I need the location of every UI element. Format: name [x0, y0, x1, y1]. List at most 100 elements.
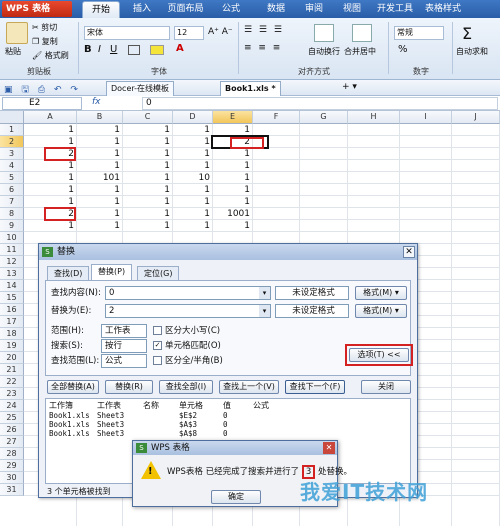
fill-color-icon[interactable]: [150, 45, 164, 55]
row-header[interactable]: 21: [0, 364, 24, 376]
row-header[interactable]: 20: [0, 352, 24, 364]
ok-button[interactable]: 确定: [211, 490, 261, 504]
cell[interactable]: 1: [213, 160, 253, 172]
vertical-align-icons[interactable]: ☰ ☰ ☰: [244, 25, 304, 37]
menu-tab[interactable]: 表格样式: [420, 1, 466, 18]
row-header[interactable]: 1: [0, 124, 24, 136]
tab-goto[interactable]: 定位(G): [137, 266, 180, 280]
row-header[interactable]: 13: [0, 268, 24, 280]
column-header[interactable]: D: [173, 111, 213, 124]
cell[interactable]: 1: [77, 136, 123, 148]
cell[interactable]: 1: [123, 208, 173, 220]
cell[interactable]: 1: [213, 220, 253, 232]
cell[interactable]: 1: [213, 184, 253, 196]
menu-tab[interactable]: 审阅: [297, 1, 331, 18]
row-header[interactable]: 15: [0, 292, 24, 304]
cell[interactable]: 1: [213, 172, 253, 184]
row-header[interactable]: 6: [0, 184, 24, 196]
cell[interactable]: 1: [173, 208, 213, 220]
row-header[interactable]: 4: [0, 160, 24, 172]
results-column-header[interactable]: 名称: [143, 400, 159, 411]
border-icon[interactable]: [128, 45, 140, 55]
menu-tab[interactable]: 页面布局: [163, 1, 208, 18]
menu-tab[interactable]: 开始: [82, 1, 120, 18]
replace-input[interactable]: 2: [105, 304, 271, 318]
cell[interactable]: 1: [24, 124, 77, 136]
row-header[interactable]: 2: [0, 136, 24, 148]
row-header[interactable]: 22: [0, 376, 24, 388]
column-header[interactable]: C: [123, 111, 173, 124]
row-header[interactable]: 18: [0, 328, 24, 340]
cell[interactable]: 1: [123, 196, 173, 208]
cell[interactable]: 1: [173, 160, 213, 172]
font-size-select[interactable]: 12: [174, 26, 204, 40]
row-header[interactable]: 29: [0, 460, 24, 472]
results-column-header[interactable]: 工作表: [97, 400, 121, 411]
underline-button[interactable]: U: [110, 44, 117, 56]
cut-button[interactable]: ✂ 剪切: [32, 22, 57, 34]
column-header[interactable]: J: [452, 111, 500, 124]
cell[interactable]: 1: [123, 184, 173, 196]
merge-center-button[interactable]: 合并居中: [344, 46, 376, 58]
menu-tab[interactable]: 公式: [210, 1, 252, 18]
replace-all-button[interactable]: 全部替换(A): [47, 380, 99, 394]
app-menu-button[interactable]: WPS 表格: [2, 1, 72, 17]
select-all-corner[interactable]: [0, 111, 24, 124]
cell[interactable]: 1: [24, 184, 77, 196]
replace-button[interactable]: 替换(R): [105, 380, 153, 394]
grow-font-icon[interactable]: A⁺ A⁻: [208, 26, 233, 38]
cell[interactable]: 1: [77, 148, 123, 160]
options-button[interactable]: 选项(T) <<: [349, 348, 409, 362]
row-header[interactable]: 9: [0, 220, 24, 232]
row-header[interactable]: 27: [0, 436, 24, 448]
row-header[interactable]: 28: [0, 448, 24, 460]
cell[interactable]: 1: [77, 184, 123, 196]
results-column-header[interactable]: 公式: [253, 400, 269, 411]
row-header[interactable]: 19: [0, 340, 24, 352]
italic-button[interactable]: I: [98, 44, 101, 56]
tab-find[interactable]: 查找(D): [47, 266, 90, 280]
number-format-select[interactable]: 常规: [394, 26, 444, 40]
column-header[interactable]: F: [253, 111, 300, 124]
cell[interactable]: 1: [77, 196, 123, 208]
find-previous-button[interactable]: 查找上一个(V): [219, 380, 279, 394]
row-header[interactable]: 17: [0, 316, 24, 328]
cell[interactable]: 1: [123, 172, 173, 184]
cell[interactable]: 1: [213, 196, 253, 208]
bold-button[interactable]: B: [84, 44, 92, 56]
replace-history-dropdown-icon[interactable]: ▾: [259, 305, 270, 317]
column-header[interactable]: B: [77, 111, 123, 124]
cell[interactable]: 1: [24, 220, 77, 232]
find-format-button[interactable]: 格式(M) ▾: [355, 286, 407, 300]
autosum-button[interactable]: 自动求和: [456, 46, 488, 58]
row-header[interactable]: 10: [0, 232, 24, 244]
cell[interactable]: 1: [173, 136, 213, 148]
message-close-icon[interactable]: ✕: [323, 442, 335, 454]
cell[interactable]: 1: [123, 124, 173, 136]
wrap-text-icon[interactable]: [314, 24, 334, 42]
replace-format-button[interactable]: 格式(M) ▾: [355, 304, 407, 318]
row-header[interactable]: 8: [0, 208, 24, 220]
column-header[interactable]: I: [400, 111, 452, 124]
paste-button[interactable]: 粘贴: [5, 46, 21, 58]
find-input[interactable]: 0: [105, 286, 271, 300]
paste-icon[interactable]: [6, 22, 28, 44]
row-header[interactable]: 31: [0, 484, 24, 496]
doc-tab-book1[interactable]: Book1.xls *: [220, 81, 281, 96]
cell[interactable]: 1: [213, 148, 253, 160]
results-column-header[interactable]: 工作簿: [49, 400, 73, 411]
cell[interactable]: 1001: [213, 208, 253, 220]
cell[interactable]: 1: [77, 220, 123, 232]
find-all-button[interactable]: 查找全部(I): [159, 380, 213, 394]
wrap-text-button[interactable]: 自动换行: [308, 46, 340, 58]
row-header[interactable]: 11: [0, 244, 24, 256]
find-history-dropdown-icon[interactable]: ▾: [259, 287, 270, 299]
row-header[interactable]: 30: [0, 472, 24, 484]
menu-tab[interactable]: 视图: [334, 1, 370, 18]
copy-button[interactable]: ❐ 复制: [32, 36, 58, 48]
cell[interactable]: 1: [24, 160, 77, 172]
row-header[interactable]: 16: [0, 304, 24, 316]
scope-select[interactable]: 工作表: [101, 324, 147, 338]
cell[interactable]: 1: [123, 148, 173, 160]
column-header[interactable]: E: [213, 111, 253, 124]
